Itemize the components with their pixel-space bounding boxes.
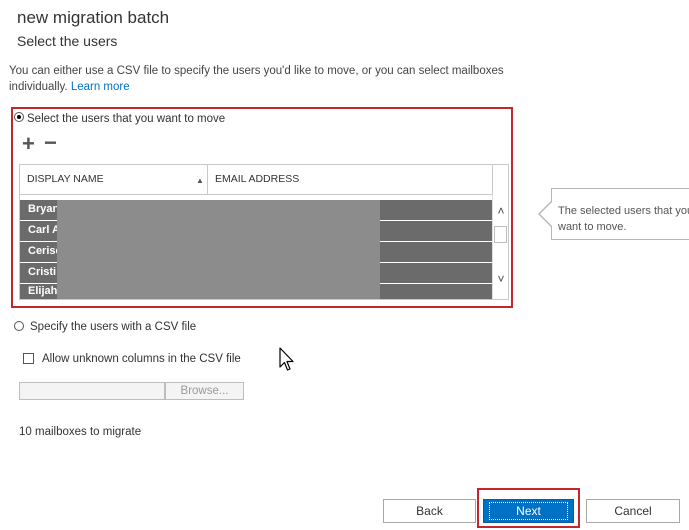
users-grid: DISPLAY NAME ▲ EMAIL ADDRESS Bryan Carl … [19,164,509,300]
learn-more-link[interactable]: Learn more [71,81,130,93]
column-header-display-name-label: DISPLAY NAME [27,173,104,185]
callout-tooltip: The selected users that you want to move… [551,188,689,240]
page-title: new migration batch [17,8,170,27]
row-display-name: Carl A [28,224,60,236]
allow-unknown-columns-label: Allow unknown columns in the CSV file [42,353,241,365]
add-user-button[interactable]: + [22,133,35,155]
next-button[interactable]: Next [483,499,574,523]
mouse-pointer-icon [279,347,294,371]
remove-user-button[interactable]: − [44,132,57,154]
browse-button[interactable]: Browse... [165,382,244,400]
mailbox-count: 10 mailboxes to migrate [19,426,142,438]
column-header-email-address[interactable]: EMAIL ADDRESS [208,165,492,194]
radio-select-users-label: Select the users that you want to move [27,113,226,125]
radio-csv-file-label: Specify the users with a CSV file [30,321,197,333]
callout-arrow-fill [540,202,552,226]
grid-header-filler [492,165,508,195]
callout-text: The selected users that you want to move… [558,205,689,233]
row-display-name: Cristi [28,266,57,278]
scroll-down-icon[interactable]: ˅ [494,272,508,286]
allow-unknown-columns-checkbox[interactable] [23,353,34,364]
next-button-label: Next [489,502,568,520]
redacted-region [57,200,380,299]
sort-ascending-icon: ▲ [196,176,204,185]
back-button[interactable]: Back [383,499,476,523]
grid-header: DISPLAY NAME ▲ EMAIL ADDRESS [20,165,492,195]
row-display-name: Bryan [28,203,60,215]
page-subtitle: Select the users [17,33,118,49]
cancel-button[interactable]: Cancel [586,499,680,523]
description: You can either use a CSV file to specify… [9,63,529,95]
radio-select-users[interactable] [14,112,24,122]
column-header-display-name[interactable]: DISPLAY NAME ▲ [20,165,207,194]
scroll-up-icon[interactable]: ˄ [494,204,508,218]
radio-csv-file[interactable] [14,321,24,331]
grid-scrollbar[interactable]: ˄ ˅ [492,194,508,299]
row-display-name: Elijah [28,285,58,297]
csv-file-path-input[interactable] [19,382,165,400]
scroll-thumb[interactable] [494,226,507,243]
